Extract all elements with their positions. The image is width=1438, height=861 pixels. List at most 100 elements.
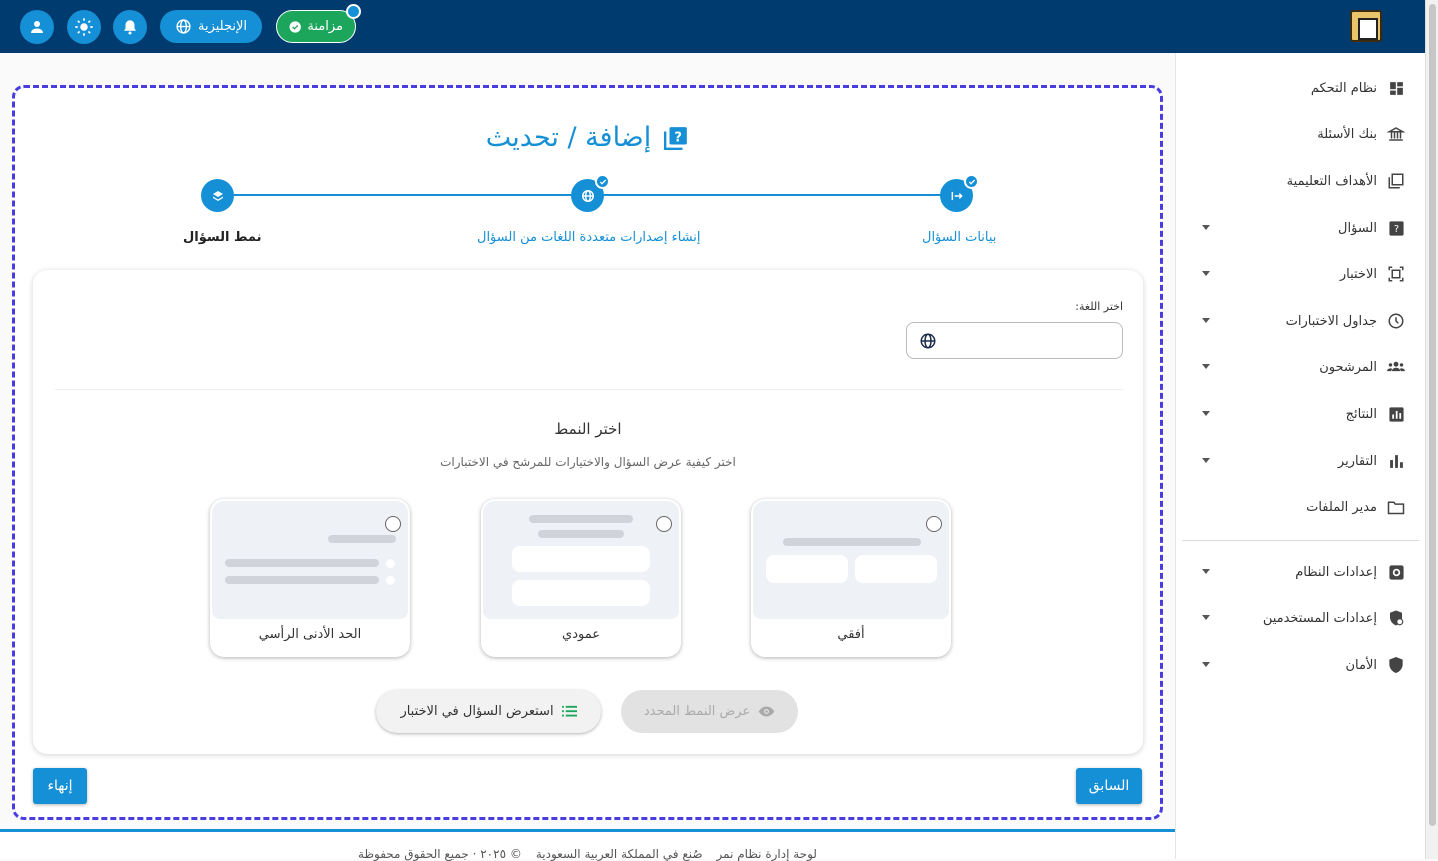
app-logo[interactable]	[1350, 10, 1382, 42]
sidebar-item-reports[interactable]: التقارير	[1338, 446, 1405, 476]
style-preview	[753, 501, 949, 619]
globe-icon	[176, 19, 191, 34]
page-scrollbar[interactable]	[1425, 0, 1438, 859]
sidebar-item-label: النتائج	[1345, 406, 1377, 422]
language-switch-button[interactable]: الإنجليزية	[160, 10, 262, 43]
shield-icon	[1387, 656, 1405, 674]
step-arrows-icon	[951, 191, 963, 200]
chevron-down-icon[interactable]	[1202, 458, 1210, 463]
chevron-down-icon[interactable]	[1202, 569, 1210, 574]
finish-button[interactable]: إنهاء	[33, 768, 87, 804]
sidebar-divider	[1182, 540, 1419, 541]
style-option-vertical[interactable]: عمودي	[481, 499, 681, 657]
sidebar: نظام التحكم بنك الأسئلة الأهداف التعليمي…	[1175, 53, 1425, 859]
main-content-frame: ? إضافة / تحديث بيانات السؤال إنشاء إصدا…	[12, 85, 1163, 820]
sun-icon	[75, 18, 93, 36]
results-icon	[1387, 405, 1405, 423]
section-subtitle: اختر كيفية عرض السؤال والاختيارات للمرشح…	[440, 455, 736, 469]
sidebar-item-label: الأمان	[1345, 657, 1378, 673]
sidebar-item-label: الاختبار	[1339, 266, 1377, 282]
sidebar-item-results[interactable]: النتائج	[1346, 399, 1405, 429]
preview-choice-bar	[225, 576, 379, 584]
preview-question-label: استعرض السؤال في الاختبار	[400, 704, 554, 719]
sidebar-item-label: إعدادات النظام	[1295, 564, 1377, 580]
user-icon	[31, 21, 43, 33]
sync-label: مزامنة	[307, 19, 343, 34]
style-card: اختر اللغة: اختر النمط اختر كيفية عرض ال…	[33, 270, 1143, 754]
style-radio[interactable]	[656, 516, 672, 532]
profile-button[interactable]	[20, 10, 54, 44]
language-select[interactable]	[906, 322, 1123, 359]
section-title: اختر النمط	[554, 420, 622, 438]
preview-question-button[interactable]: استعرض السؤال في الاختبار	[376, 690, 601, 733]
folder-icon	[1387, 498, 1405, 516]
sidebar-item-label: إعدادات المستخدمين	[1262, 610, 1377, 626]
chevron-down-icon[interactable]	[1202, 271, 1210, 276]
style-radio[interactable]	[385, 516, 401, 532]
sidebar-item-exam[interactable]: الاختبار	[1340, 259, 1405, 289]
chevron-down-icon[interactable]	[1202, 615, 1210, 620]
sidebar-item-exam-schedules[interactable]: جداول الاختبارات	[1286, 306, 1405, 336]
chevron-down-icon[interactable]	[1202, 364, 1210, 369]
style-option-horizontal[interactable]: أفقي	[751, 499, 951, 657]
question-icon: ?	[1387, 219, 1405, 237]
check-icon	[595, 174, 610, 189]
bank-icon	[1387, 125, 1405, 143]
sidebar-item-label: بنك الأسئلة	[1317, 126, 1377, 142]
preview-choice	[766, 555, 848, 583]
scrollbar-thumb[interactable]	[1429, 4, 1436, 826]
preview-choice-dot	[386, 576, 395, 585]
chevron-down-icon[interactable]	[1202, 318, 1210, 323]
style-radio[interactable]	[926, 516, 942, 532]
notifications-button[interactable]	[113, 10, 147, 44]
sidebar-item-learning-objectives[interactable]: الأهداف التعليمية	[1287, 166, 1405, 196]
eye-icon	[758, 706, 775, 717]
step-label-multilingual[interactable]: إنشاء إصدارات متعددة اللغات من السؤال	[477, 230, 701, 245]
sidebar-item-system-settings[interactable]: إعدادات النظام	[1295, 557, 1405, 587]
bell-icon	[124, 20, 136, 35]
style-preview	[483, 501, 679, 619]
sidebar-item-question[interactable]: ? السؤال	[1338, 213, 1405, 243]
people-icon	[1387, 358, 1405, 376]
sidebar-item-label: نظام التحكم	[1310, 80, 1377, 96]
sidebar-item-label: جداول الاختبارات	[1285, 313, 1377, 329]
preview-choice-bar	[225, 559, 379, 567]
sidebar-item-candidates[interactable]: المرشحون	[1319, 352, 1405, 382]
sync-button[interactable]: مزامنة	[276, 4, 361, 43]
page-title: ? إضافة / تحديث	[15, 122, 1160, 153]
step-question-style[interactable]	[201, 179, 234, 212]
show-selected-style-button[interactable]: عرض النمط المحدد	[621, 690, 798, 733]
check-circle-icon	[289, 20, 301, 33]
chevron-down-icon[interactable]	[1202, 225, 1210, 230]
sidebar-item-dashboard[interactable]: نظام التحكم	[1311, 73, 1405, 103]
sidebar-item-label: المرشحون	[1319, 359, 1377, 375]
step-multilingual-versions[interactable]	[571, 174, 610, 212]
preview-question-bar	[328, 535, 396, 543]
theme-toggle-button[interactable]	[67, 10, 101, 44]
dashboard-icon	[1387, 79, 1405, 97]
check-icon	[964, 174, 979, 189]
sidebar-item-file-manager[interactable]: مدير الملفات	[1306, 492, 1405, 522]
sidebar-item-user-settings[interactable]: إعدادات المستخدمين	[1263, 603, 1405, 633]
sidebar-item-label: التقارير	[1337, 453, 1377, 469]
style-option-label: الحد الأدنى الرأسي	[258, 627, 362, 642]
style-option-minimal-vertical[interactable]: الحد الأدنى الرأسي	[210, 499, 410, 657]
clock-icon	[1387, 312, 1405, 330]
previous-button[interactable]: السابق	[1076, 768, 1142, 804]
preview-question-bar	[529, 515, 633, 523]
step-question-data[interactable]	[940, 174, 979, 212]
style-option-label: أفقي	[837, 627, 865, 642]
globe-icon	[920, 333, 936, 349]
sidebar-item-security[interactable]: الأمان	[1346, 650, 1406, 680]
top-bar: الإنجليزية مزامنة	[0, 0, 1425, 53]
svg-text:?: ?	[1393, 224, 1398, 235]
exam-icon	[1387, 265, 1405, 283]
step-label-question-style[interactable]: نمط السؤال	[183, 230, 262, 245]
bar-chart-icon	[1387, 452, 1405, 470]
chevron-down-icon[interactable]	[1202, 411, 1210, 416]
preview-question-bar	[538, 530, 624, 538]
chevron-down-icon[interactable]	[1202, 662, 1210, 667]
list-icon	[561, 705, 577, 717]
sidebar-item-question-bank[interactable]: بنك الأسئلة	[1317, 119, 1405, 149]
step-label-question-data[interactable]: بيانات السؤال	[922, 230, 996, 245]
